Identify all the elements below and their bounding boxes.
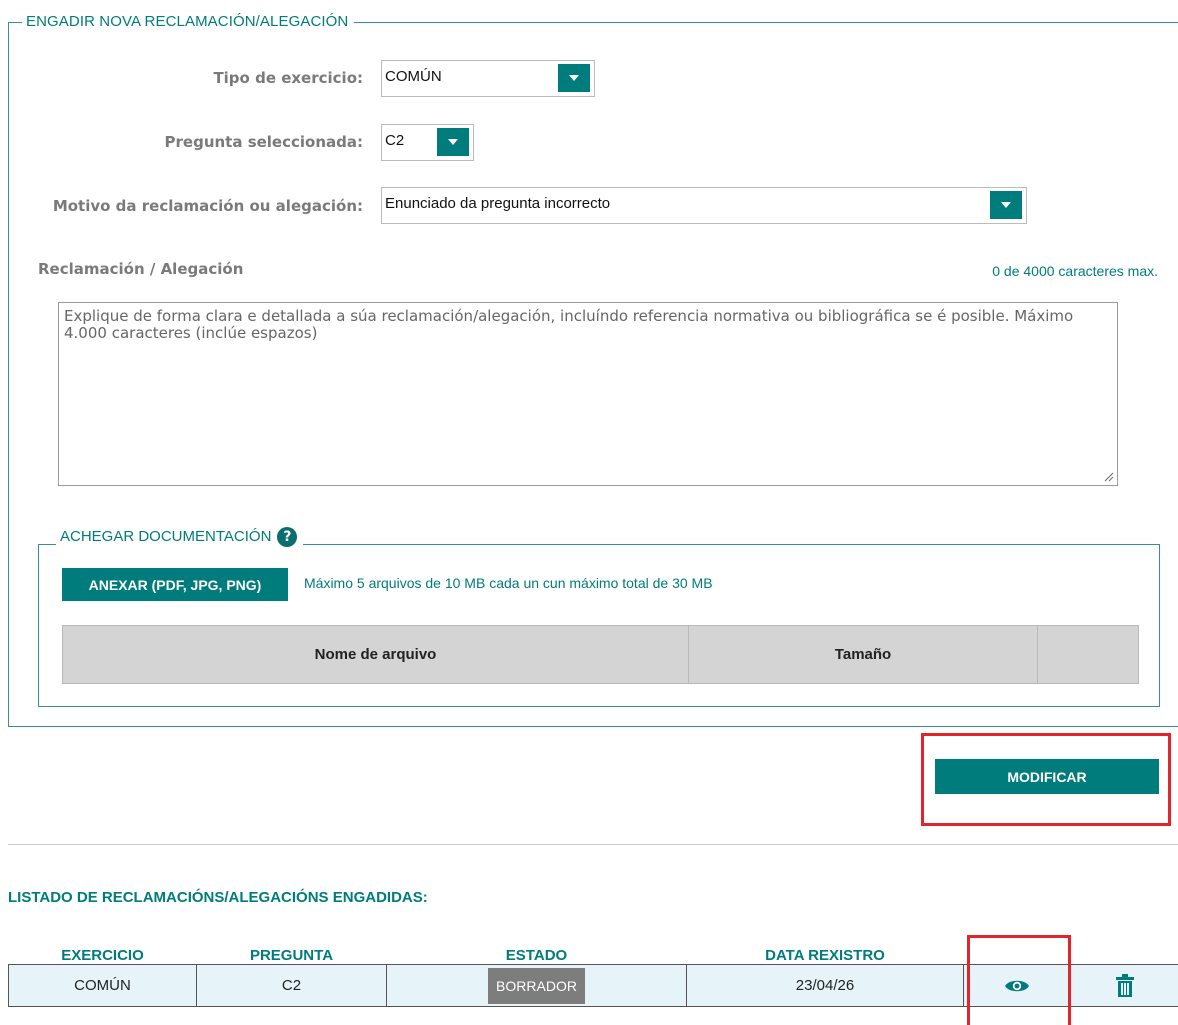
- attachments-header-row: Nome de arquivo Tamaño: [62, 625, 1139, 684]
- documentation-legend-text: ACHEGAR DOCUMENTACIÓN: [60, 528, 272, 545]
- claims-list-title: LISTADO DE RECLAMACIÓNS/ALEGACIÓNS ENGAD…: [8, 889, 428, 906]
- column-header-filename: Nome de arquivo: [62, 625, 689, 684]
- chevron-down-icon[interactable]: [437, 128, 469, 156]
- reclamacion-textarea[interactable]: [58, 302, 1118, 486]
- motivo-select[interactable]: Enunciado da pregunta incorrecto: [381, 187, 1027, 224]
- resize-handle-icon[interactable]: [1104, 472, 1114, 482]
- motivo-label: Motivo da reclamación ou alegación:: [52, 197, 363, 215]
- column-header-actions: [1037, 625, 1139, 684]
- attach-files-button[interactable]: ANEXAR (PDF, JPG, PNG): [62, 568, 288, 601]
- status-badge: BORRADOR: [488, 967, 585, 1004]
- tipo-exercicio-label: Tipo de exercicio:: [213, 69, 363, 87]
- section-divider: [8, 844, 1178, 845]
- tipo-exercicio-value: COMÚN: [385, 68, 442, 85]
- chevron-down-icon[interactable]: [990, 191, 1022, 219]
- tipo-exercicio-select[interactable]: COMÚN: [381, 60, 595, 97]
- help-icon[interactable]: ?: [277, 527, 298, 547]
- cell-data-rexistro: 23/04/26: [686, 964, 964, 1007]
- pregunta-select[interactable]: C2: [381, 124, 474, 161]
- column-header-size: Tamaño: [688, 625, 1038, 684]
- chevron-down-icon[interactable]: [558, 64, 590, 92]
- char-counter: 0 de 4000 caracteres max.: [992, 263, 1158, 279]
- add-claim-legend: ENGADIR NOVA RECLAMACIÓN/ALEGACIÓN: [22, 12, 355, 32]
- column-header-pregunta: PREGUNTA: [249, 947, 334, 964]
- motivo-value: Enunciado da pregunta incorrecto: [385, 195, 611, 212]
- pregunta-label: Pregunta seleccionada:: [164, 133, 363, 151]
- pregunta-value: C2: [385, 132, 405, 149]
- cell-exercicio: COMÚN: [8, 964, 197, 1007]
- column-header-delete: [1071, 945, 1178, 965]
- column-header-data: DATA REXISTRO: [765, 947, 885, 964]
- trash-icon[interactable]: [1115, 973, 1135, 998]
- column-header-estado: ESTADO: [505, 947, 568, 964]
- attachments-table: Nome de arquivo Tamaño: [62, 625, 1139, 684]
- documentation-legend: ACHEGAR DOCUMENTACIÓN ?: [56, 525, 304, 549]
- column-header-exercicio: EXERCICIO: [61, 947, 144, 964]
- reclamacion-label: Reclamación / Alegación: [38, 260, 244, 278]
- highlight-box-modify: [921, 733, 1171, 826]
- cell-delete[interactable]: [1070, 964, 1178, 1007]
- attach-limits-text: Máximo 5 arquivos de 10 MB cada un cun m…: [304, 575, 713, 591]
- cell-estado: BORRADOR: [386, 964, 687, 1007]
- cell-pregunta: C2: [196, 964, 387, 1007]
- highlight-box-view: [967, 935, 1071, 1025]
